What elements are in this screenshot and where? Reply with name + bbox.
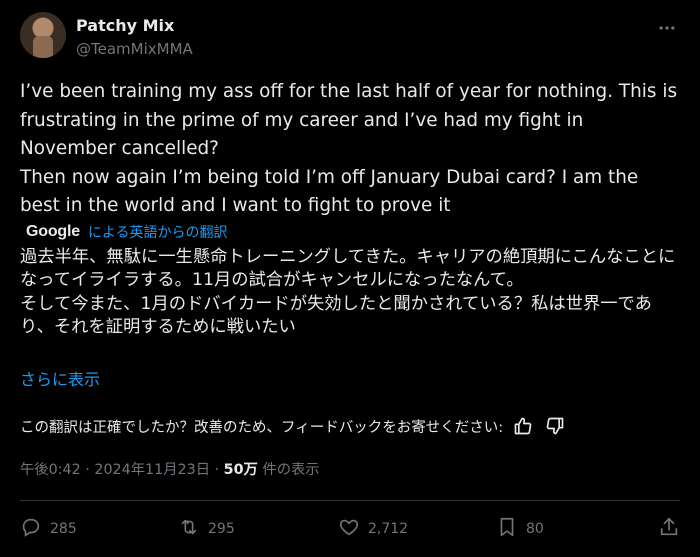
bookmark-count: 80 (526, 521, 544, 537)
share-icon (658, 516, 680, 542)
repost-button[interactable]: 295 (178, 514, 235, 544)
translated-paragraph: そして今また、1月のドバイカードが失効したと聞かされている？私は世界一であり、そ… (20, 293, 652, 337)
tweet-meta: 午後0:42 · 2024年11月23日 · 50万 件の表示 (20, 458, 320, 479)
tweet-date[interactable]: 2024年11月23日 (94, 462, 210, 478)
thumbs-up-icon[interactable] (511, 414, 535, 438)
translated-text: 過去半年、無駄に一生懸命トレーニングしてきた。キャリアの絶頂期にこんなことになっ… (20, 246, 680, 339)
like-button[interactable]: 2,712 (338, 514, 408, 544)
action-bar: 285 295 2,712 80 (20, 514, 680, 546)
tweet-paragraph: Then now again I’m being told I’m off Ja… (20, 166, 639, 217)
google-logo: Google (26, 223, 80, 240)
user-handle[interactable]: @TeamMixMMA (76, 40, 193, 58)
reply-count: 285 (50, 521, 77, 537)
divider (20, 500, 680, 501)
tweet-paragraph: I’ve been training my ass off for the la… (20, 81, 678, 159)
like-count: 2,712 (368, 521, 409, 537)
show-more-link[interactable]: さらに表示 (20, 366, 100, 390)
thumbs-down-icon[interactable] (543, 414, 567, 438)
user-name[interactable]: Patchy Mix (76, 16, 174, 35)
bookmark-icon (496, 516, 518, 542)
bookmark-button[interactable]: 80 (496, 514, 544, 544)
reply-icon (20, 516, 42, 542)
translation-link[interactable]: による英語からの翻訳 (88, 222, 228, 242)
views-label: 件の表示 (262, 462, 320, 478)
tweet-text: I’ve been training my ass off for the la… (20, 78, 680, 221)
tweet-header: Patchy Mix @TeamMixMMA (20, 12, 680, 62)
more-dots-icon[interactable] (656, 18, 678, 38)
translation-source: Google による英語からの翻訳 (26, 221, 228, 243)
repost-icon (178, 516, 200, 542)
avatar[interactable] (20, 12, 66, 58)
meta-separator: · (85, 462, 90, 478)
translation-feedback: この翻訳は正確でしたか？改善のため、フィードバックをお寄せください: (20, 414, 567, 438)
tweet-time[interactable]: 午後0:42 (20, 462, 81, 478)
reply-button[interactable]: 285 (20, 514, 77, 544)
feedback-prompt: この翻訳は正確でしたか？改善のため、フィードバックをお寄せください: (20, 419, 504, 436)
avatar-figure (33, 36, 53, 58)
meta-separator: · (214, 462, 220, 478)
views-count: 50万 (223, 462, 258, 478)
repost-count: 295 (208, 521, 235, 537)
share-button[interactable] (658, 514, 680, 544)
heart-icon (338, 516, 360, 542)
translated-paragraph: 過去半年、無駄に一生懸命トレーニングしてきた。キャリアの絶頂期にこんなことになっ… (20, 247, 676, 291)
